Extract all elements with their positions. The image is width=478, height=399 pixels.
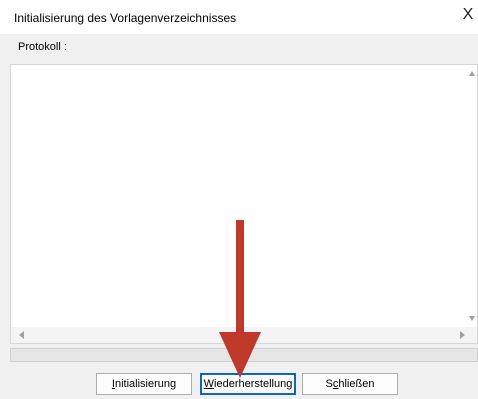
close-label: hließen xyxy=(338,378,375,390)
restore-label: iederherstellung xyxy=(214,378,293,390)
initialize-button[interactable]: Initialisierung xyxy=(96,373,192,395)
scroll-up-icon[interactable] xyxy=(469,71,475,76)
restore-mnemonic: W xyxy=(203,378,215,390)
scroll-right-icon[interactable] xyxy=(460,331,465,339)
log-content xyxy=(15,69,463,325)
close-window-icon[interactable]: X xyxy=(458,2,478,28)
window-title: Initialisierung des Vorlagenverzeichniss… xyxy=(14,11,237,25)
close-button[interactable]: Schließen xyxy=(302,373,398,395)
log-textarea[interactable] xyxy=(10,64,478,344)
restore-button[interactable]: Wiederherstellung xyxy=(200,373,296,395)
protokoll-label: Protokoll : xyxy=(18,41,67,53)
initialize-label: nitialisierung xyxy=(114,378,177,390)
title-bar: Initialisierung des Vorlagenverzeichniss… xyxy=(0,0,478,34)
scroll-down-icon[interactable] xyxy=(469,316,475,321)
scroll-left-icon[interactable] xyxy=(19,331,24,339)
vertical-scrollbar[interactable] xyxy=(465,65,477,327)
horizontal-scrollbar[interactable] xyxy=(11,327,477,343)
close-label-start: S xyxy=(325,378,333,390)
progress-bar xyxy=(10,348,478,362)
log-label-row: Protokoll : xyxy=(0,36,478,60)
